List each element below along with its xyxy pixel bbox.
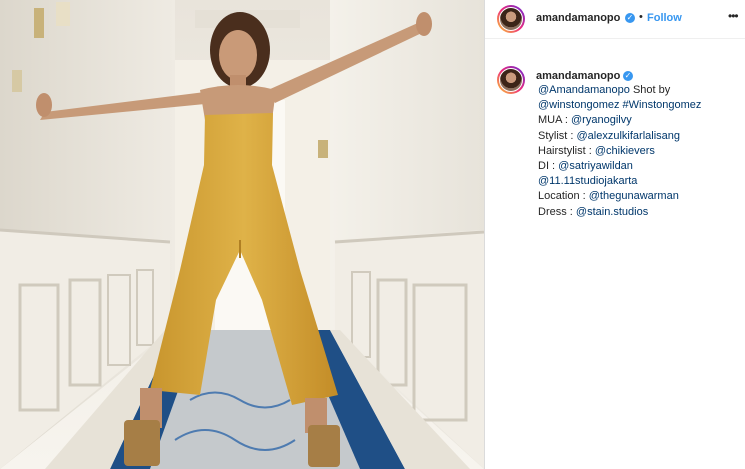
mention-link[interactable]: @chikievers [595,145,655,157]
mention-link[interactable]: @alexzulkifarlalisang [577,130,681,142]
caption-line: Hairstylist : @chikievers [538,144,738,159]
caption-label: Dress : [538,205,576,218]
caption-line: Location : @thegunawarman [538,189,738,204]
mention-link[interactable]: @stain.studios [576,206,648,218]
caption-username-link[interactable]: amandamanopo [536,70,620,82]
caption-label: DI : [538,160,559,173]
caption-label: Location : [538,190,589,203]
mention-link[interactable]: @satriyawildan [558,160,633,172]
hallway-photo [0,0,484,469]
caption-line: Stylist : @alexzulkifarlalisang [538,129,738,144]
caption-line: MUA : @ryanogilvy [538,113,738,128]
caption-label: MUA : [538,114,572,127]
separator-dot: • [639,11,643,23]
caption-label: Hairstylist : [538,144,595,157]
mention-link[interactable]: @winstongomez [538,99,619,111]
caption-label: Stylist : [538,129,577,142]
mention-link[interactable]: @thegunawarman [589,190,679,202]
more-options-icon[interactable]: ••• [728,9,739,23]
caption-line: @11.11studiojakarta [538,174,738,189]
mention-link[interactable]: @ryanogilvy [571,114,632,126]
caption-text: @Amandamanopo Shot by @winstongomez #Win… [538,83,738,220]
post-photo[interactable] [0,0,484,469]
caption-avatar[interactable] [497,66,525,94]
caption-line: @winstongomez #Winstongomez [538,98,738,113]
header-avatar[interactable] [497,5,525,33]
follow-button[interactable]: Follow [647,12,682,24]
caption-line: DI : @satriyawildan [538,159,738,174]
verified-badge-icon: ✓ [623,71,633,81]
mention-link[interactable]: @11.11studiojakarta [538,175,637,187]
post-header: amandamanopo ✓ • Follow ••• [485,0,745,39]
post-side-panel: amandamanopo ✓ • Follow ••• amandamanopo… [485,0,745,469]
caption-text-span: Shot by [629,84,671,96]
verified-badge-icon: ✓ [625,13,635,23]
header-username-link[interactable]: amandamanopo [536,12,620,24]
caption-line: @Amandamanopo Shot by [538,83,738,98]
mention-link[interactable]: @Amandamanopo [538,84,630,96]
caption-line: Dress : @stain.studios [538,205,738,220]
hashtag-link[interactable]: #Winstongomez [623,99,702,111]
